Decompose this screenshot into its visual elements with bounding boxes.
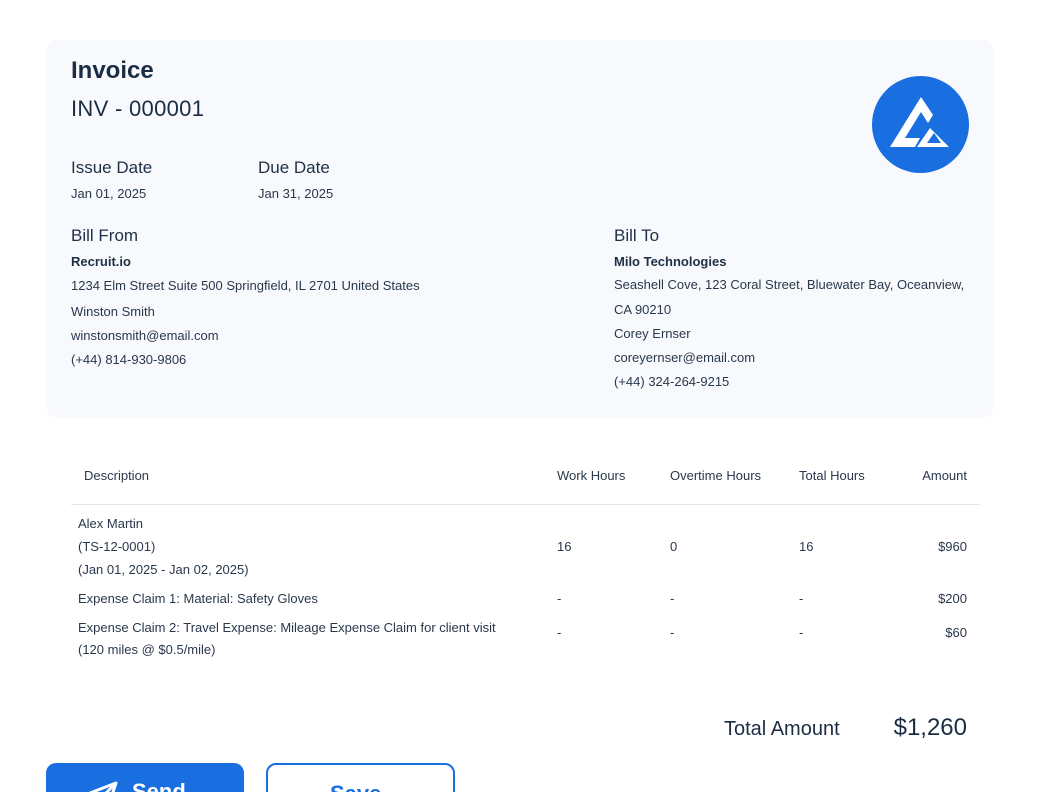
column-header-amount: Amount xyxy=(922,468,967,483)
due-date-label: Due Date xyxy=(258,158,330,177)
save-button[interactable]: Save xyxy=(266,763,455,792)
row-description-line: Expense Claim 2: Travel Expense: Mileage… xyxy=(78,620,496,635)
table-header-divider xyxy=(71,504,980,505)
row-total-hours: - xyxy=(799,625,804,640)
send-button[interactable]: Send xyxy=(46,763,244,792)
bill-from-email: winstonsmith@email.com xyxy=(71,328,219,343)
total-amount-value: $1,260 xyxy=(893,714,967,741)
bill-to-label: Bill To xyxy=(614,226,660,245)
bill-from-company: Recruit.io xyxy=(71,254,131,269)
row-description-line: (Jan 01, 2025 - Jan 02, 2025) xyxy=(78,562,249,577)
bill-to-contact: Corey Ernser xyxy=(614,326,691,341)
company-logo-icon xyxy=(872,76,969,173)
row-amount: $960 xyxy=(938,539,967,554)
column-header-work-hours: Work Hours xyxy=(557,468,626,483)
bill-from-address: 1234 Elm Street Suite 500 Springfield, I… xyxy=(71,278,420,293)
bill-from-label: Bill From xyxy=(71,226,139,245)
row-overtime-hours: - xyxy=(670,591,675,606)
column-header-description: Description xyxy=(84,468,150,483)
row-total-hours: - xyxy=(799,591,804,606)
row-amount: $60 xyxy=(945,625,967,640)
paper-plane-icon xyxy=(88,781,118,792)
bill-to-phone: (+44) 324-264-9215 xyxy=(614,374,730,389)
row-amount: $200 xyxy=(938,591,967,606)
invoice-number: INV - 000001 xyxy=(71,96,205,121)
row-work-hours: 16 xyxy=(557,539,572,554)
bill-to-email: coreyernser@email.com xyxy=(614,350,756,365)
row-total-hours: 16 xyxy=(799,539,814,554)
column-header-overtime-hours: Overtime Hours xyxy=(670,468,762,483)
total-amount-label: Total Amount xyxy=(724,718,840,740)
bill-from-contact: Winston Smith xyxy=(71,304,155,319)
save-button-label: Save xyxy=(330,781,381,792)
row-overtime-hours: 0 xyxy=(670,539,678,554)
bill-from-phone: (+44) 814-930-9806 xyxy=(71,352,187,367)
issue-date-label: Issue Date xyxy=(71,158,153,177)
column-header-total-hours: Total Hours xyxy=(799,468,865,483)
bill-to-company: Milo Technologies xyxy=(614,254,727,269)
bill-to-address-line2: CA 90210 xyxy=(614,302,672,317)
issue-date-value: Jan 01, 2025 xyxy=(71,186,147,201)
send-button-label: Send xyxy=(132,779,186,792)
page-title: Invoice xyxy=(71,57,154,84)
row-description-line: (120 miles @ $0.5/mile) xyxy=(78,642,216,657)
due-date-value: Jan 31, 2025 xyxy=(258,186,334,201)
row-work-hours: - xyxy=(557,625,562,640)
row-description-line: (TS-12-0001) xyxy=(78,539,156,554)
bill-to-address-line1: Seashell Cove, 123 Coral Street, Bluewat… xyxy=(614,277,965,292)
row-description-line: Expense Claim 1: Material: Safety Gloves xyxy=(78,591,318,606)
row-overtime-hours: - xyxy=(670,625,675,640)
row-description-line: Alex Martin xyxy=(78,516,144,531)
row-work-hours: - xyxy=(557,591,562,606)
